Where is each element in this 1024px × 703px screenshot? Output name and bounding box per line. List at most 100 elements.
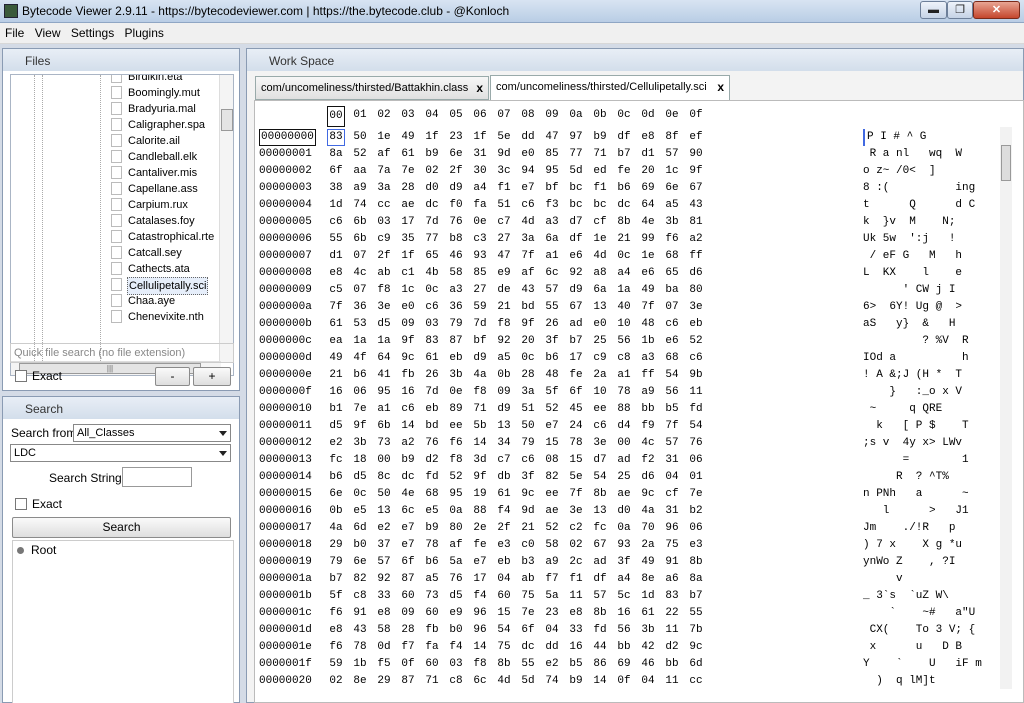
hex-byte[interactable]: b0 — [447, 622, 465, 639]
hex-byte[interactable]: 96 — [663, 520, 681, 537]
hex-byte[interactable]: 6b — [351, 214, 369, 231]
hex-ascii[interactable]: ? %V R — [863, 333, 968, 350]
hex-byte[interactable]: 9c — [519, 486, 537, 503]
hex-byte[interactable]: 2c — [567, 554, 585, 571]
hex-byte[interactable]: c6 — [519, 452, 537, 469]
hex-byte[interactable]: 0b — [327, 503, 345, 520]
hex-byte[interactable]: 16 — [399, 384, 417, 401]
hex-byte[interactable]: 04 — [495, 571, 513, 588]
hex-byte[interactable]: 95 — [447, 486, 465, 503]
hex-byte[interactable]: 87 — [447, 333, 465, 350]
hex-byte[interactable]: c5 — [327, 282, 345, 299]
hex-vertical-scrollbar[interactable] — [1000, 127, 1012, 689]
hex-ascii[interactable]: } :_o x V — [863, 384, 962, 401]
hex-byte[interactable]: 71 — [423, 673, 441, 690]
hex-byte[interactable]: 8b — [591, 605, 609, 622]
hex-byte[interactable]: 91 — [351, 605, 369, 622]
hex-byte[interactable]: 80 — [687, 282, 705, 299]
hex-byte[interactable]: d4 — [615, 418, 633, 435]
hex-byte[interactable]: 0a — [447, 503, 465, 520]
hex-byte[interactable]: ab — [375, 265, 393, 282]
hex-byte[interactable]: bb — [663, 656, 681, 673]
hex-byte[interactable]: 36 — [447, 299, 465, 316]
hex-ascii[interactable]: = 1 — [863, 452, 969, 469]
hex-byte[interactable]: dc — [423, 197, 441, 214]
files-exact-checkbox[interactable] — [15, 370, 27, 382]
hex-byte[interactable]: 1c — [399, 282, 417, 299]
hex-byte[interactable]: f8 — [375, 282, 393, 299]
hex-byte[interactable]: 5c — [615, 588, 633, 605]
hex-byte[interactable]: a1 — [543, 248, 561, 265]
hex-byte[interactable]: b6 — [327, 469, 345, 486]
hex-byte[interactable]: 78 — [351, 639, 369, 656]
hex-ascii[interactable]: L KX l e — [863, 265, 962, 282]
hex-byte[interactable]: 30 — [471, 163, 489, 180]
hex-byte[interactable]: 06 — [351, 384, 369, 401]
hex-byte[interactable]: 3a — [375, 180, 393, 197]
hex-byte[interactable]: 7d — [423, 214, 441, 231]
hex-byte[interactable]: a6 — [663, 571, 681, 588]
hex-byte[interactable]: 3b — [663, 214, 681, 231]
file-tree-item[interactable]: Cellulipetally.sci — [11, 277, 233, 295]
hex-byte[interactable]: 35 — [399, 231, 417, 248]
hex-byte[interactable]: f6 — [447, 435, 465, 452]
hex-byte[interactable]: 5f — [543, 384, 561, 401]
hex-byte[interactable]: 17 — [399, 214, 417, 231]
hex-byte[interactable]: a4 — [615, 265, 633, 282]
file-tree-item[interactable]: Caligrapher.spa — [11, 117, 233, 133]
hex-byte[interactable]: 6a — [591, 282, 609, 299]
hex-byte[interactable]: 87 — [399, 673, 417, 690]
hex-byte[interactable]: e0 — [591, 316, 609, 333]
menu-plugins[interactable]: Plugins — [120, 23, 166, 40]
hex-byte[interactable]: a4 — [471, 180, 489, 197]
hex-byte[interactable]: 6b — [375, 418, 393, 435]
hex-byte[interactable]: 65 — [423, 248, 441, 265]
hex-byte[interactable]: 56 — [615, 622, 633, 639]
hex-byte[interactable]: 33 — [375, 588, 393, 605]
hex-ascii[interactable]: Uk 5w ':j ! — [863, 231, 955, 248]
hex-byte[interactable]: ff — [687, 248, 705, 265]
hex-byte[interactable]: 15 — [543, 435, 561, 452]
hex-byte[interactable]: 07 — [663, 299, 681, 316]
file-tree-item[interactable]: Carpium.rux — [11, 197, 233, 213]
hex-byte[interactable]: 31 — [663, 503, 681, 520]
hex-byte[interactable]: d5 — [447, 588, 465, 605]
hex-byte[interactable]: 93 — [615, 537, 633, 554]
hex-byte[interactable]: b9 — [423, 520, 441, 537]
hex-byte[interactable]: 18 — [351, 452, 369, 469]
hex-ascii[interactable]: ;s v 4y x> LWv — [863, 435, 962, 452]
hex-byte[interactable]: e2 — [543, 656, 561, 673]
hex-byte[interactable]: 54 — [591, 469, 609, 486]
hex-byte[interactable]: 57 — [591, 588, 609, 605]
hex-byte[interactable]: b9 — [591, 129, 609, 146]
hex-byte[interactable]: 3e — [687, 299, 705, 316]
hex-byte[interactable]: 23 — [543, 605, 561, 622]
hex-byte[interactable]: cf — [591, 214, 609, 231]
hex-byte[interactable]: f4 — [447, 639, 465, 656]
hex-byte[interactable]: c9 — [375, 231, 393, 248]
hex-byte[interactable]: 2f — [375, 248, 393, 265]
hex-byte[interactable]: f1 — [567, 571, 585, 588]
hex-byte[interactable]: fa — [471, 197, 489, 214]
tree-vertical-scrollbar[interactable] — [219, 75, 233, 363]
hex-byte[interactable]: 4b — [423, 265, 441, 282]
file-tree-item[interactable]: Chenevixite.nth — [11, 309, 233, 325]
search-from-select[interactable]: All_Classes — [73, 424, 231, 442]
hex-byte[interactable]: 88 — [471, 503, 489, 520]
hex-byte[interactable]: 20 — [519, 333, 537, 350]
hex-byte[interactable]: 8b — [495, 656, 513, 673]
hex-byte[interactable]: ad — [567, 316, 585, 333]
hex-byte[interactable]: af — [447, 537, 465, 554]
hex-byte[interactable]: b7 — [567, 333, 585, 350]
hex-byte[interactable]: ea — [327, 333, 345, 350]
hex-byte[interactable]: dd — [519, 129, 537, 146]
file-tree-item[interactable]: Boomingly.mut — [11, 85, 233, 101]
hex-byte[interactable]: 73 — [375, 435, 393, 452]
hex-byte[interactable]: 74 — [543, 673, 561, 690]
hex-byte[interactable]: 38 — [327, 180, 345, 197]
hex-byte[interactable]: 68 — [663, 248, 681, 265]
hex-byte[interactable]: e9 — [495, 265, 513, 282]
hex-ascii[interactable]: R a nl wq W — [863, 146, 962, 163]
hex-byte[interactable]: 02 — [327, 673, 345, 690]
hex-byte[interactable]: 3a — [519, 231, 537, 248]
